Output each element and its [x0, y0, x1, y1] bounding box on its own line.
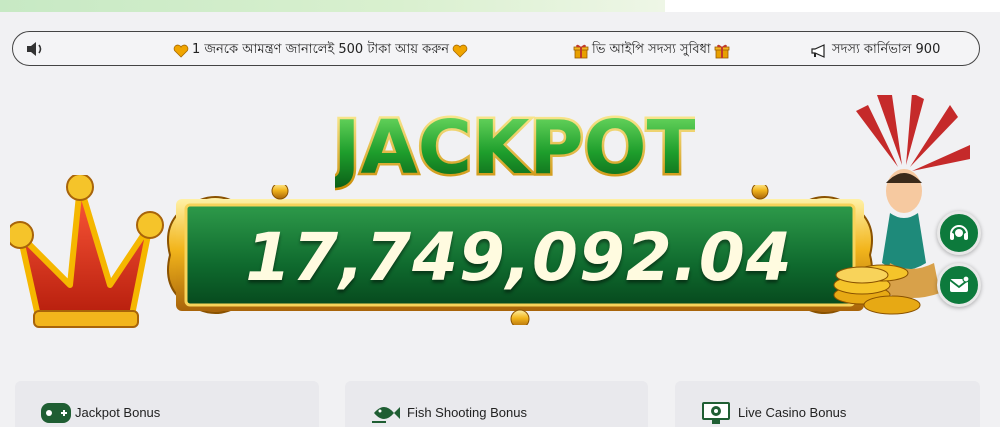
bonus-card-live-casino[interactable]: Live Casino Bonus [675, 381, 980, 427]
marquee-text-carnival: সদস্য কার্নিভাল 900 [832, 42, 941, 57]
marquee-item-vip: ভি আইপি সদস্য সুবিধা [573, 40, 730, 61]
announcement-marquee[interactable]: 1 জনকে আমন্ত্রণ জানালেই 500 টাকা আয় করু… [12, 31, 980, 66]
marquee-item-carnival: সদস্য কার্নিভাল 900 [811, 40, 940, 61]
jester-hat-graphic [10, 175, 164, 328]
heart-gold-icon [173, 44, 189, 58]
marquee-text-vip: ভি আইপি সদস্য সুবিধা [592, 42, 711, 57]
headset-icon [950, 225, 968, 240]
bonus-card-label: Fish Shooting Bonus [407, 405, 527, 420]
marquee-text-invite: 1 জনকে আমন্ত্রণ জানালেই 500 টাকা আয় করু… [192, 42, 449, 57]
top-banner-blank [665, 0, 1000, 12]
customer-support-button[interactable] [937, 211, 981, 255]
gift-icon [714, 44, 730, 58]
fish-icon [372, 407, 400, 423]
top-banner-strip [0, 0, 665, 12]
heart-gold-icon [452, 44, 468, 58]
bonus-card-jackpot[interactable]: Jackpot Bonus [15, 381, 319, 427]
jackpot-banner[interactable]: JACKPOT 17,749,092.04 [10, 95, 990, 345]
megaphone-icon [811, 43, 825, 58]
marquee-item-invite: 1 জনকে আমন্ত্রণ জানালেই 500 টাকা আয় করু… [173, 40, 468, 61]
speaker-icon [27, 42, 42, 56]
bonus-card-label: Jackpot Bonus [75, 405, 161, 420]
gift-icon [573, 44, 589, 58]
bonus-card-label: Live Casino Bonus [738, 405, 847, 420]
jackpot-amount: 17,749,092.04 [245, 219, 793, 296]
live-casino-icon [702, 402, 730, 424]
mail-icon [949, 275, 970, 292]
jackpot-title: JACKPOT [335, 105, 695, 191]
messages-button[interactable] [937, 263, 981, 307]
gamepad-icon [41, 403, 71, 423]
bonus-card-fish-shooting[interactable]: Fish Shooting Bonus [345, 381, 648, 427]
